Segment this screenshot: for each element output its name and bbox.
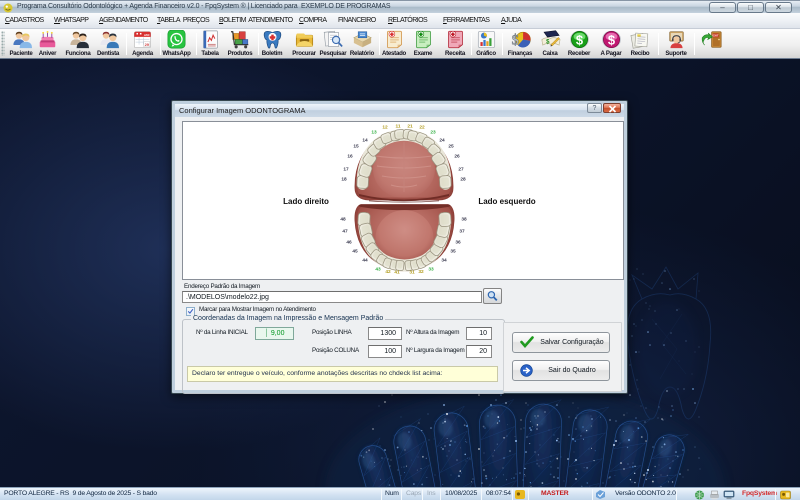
svg-text:24: 24 bbox=[439, 138, 445, 144]
svg-text:31: 31 bbox=[409, 270, 415, 276]
svg-text:38: 38 bbox=[461, 217, 467, 223]
svg-text:Lado esquerdo: Lado esquerdo bbox=[478, 197, 535, 206]
svg-text:43: 43 bbox=[375, 267, 381, 273]
svg-text:36: 36 bbox=[455, 240, 461, 246]
svg-text:25: 25 bbox=[448, 144, 454, 150]
svg-text:15: 15 bbox=[353, 144, 359, 150]
svg-text:41: 41 bbox=[394, 270, 400, 276]
svg-text:18: 18 bbox=[341, 177, 347, 183]
svg-text:16: 16 bbox=[347, 154, 353, 160]
svg-text:44: 44 bbox=[362, 258, 368, 264]
svg-text:12: 12 bbox=[382, 125, 388, 131]
svg-text:EXIT: EXIT bbox=[712, 34, 718, 38]
svg-text:26: 26 bbox=[454, 154, 460, 160]
svg-text:33: 33 bbox=[428, 267, 434, 273]
svg-text:28: 28 bbox=[460, 177, 466, 183]
svg-text:$: $ bbox=[607, 32, 615, 47]
svg-text:27: 27 bbox=[458, 167, 464, 173]
svg-text:23: 23 bbox=[430, 130, 436, 136]
svg-text:$: $ bbox=[575, 32, 583, 47]
svg-text:11: 11 bbox=[395, 124, 400, 130]
svg-text:JAN: JAN bbox=[144, 33, 150, 37]
svg-text:42: 42 bbox=[385, 269, 391, 275]
svg-text:45: 45 bbox=[352, 249, 358, 255]
svg-text:48: 48 bbox=[340, 217, 346, 223]
svg-text:22: 22 bbox=[419, 125, 425, 131]
svg-text:46: 46 bbox=[346, 240, 352, 246]
svg-text:32: 32 bbox=[418, 269, 424, 275]
svg-text:Lado direito: Lado direito bbox=[283, 197, 329, 206]
svg-text:14: 14 bbox=[362, 138, 368, 144]
svg-text:21: 21 bbox=[407, 124, 413, 130]
svg-text:$: $ bbox=[511, 32, 518, 48]
svg-text:35: 35 bbox=[450, 249, 456, 255]
svg-text:34: 34 bbox=[441, 258, 447, 264]
svg-text:13: 13 bbox=[371, 130, 377, 136]
svg-text:47: 47 bbox=[342, 229, 348, 235]
svg-text:37: 37 bbox=[459, 229, 465, 235]
svg-text:17: 17 bbox=[343, 167, 349, 173]
